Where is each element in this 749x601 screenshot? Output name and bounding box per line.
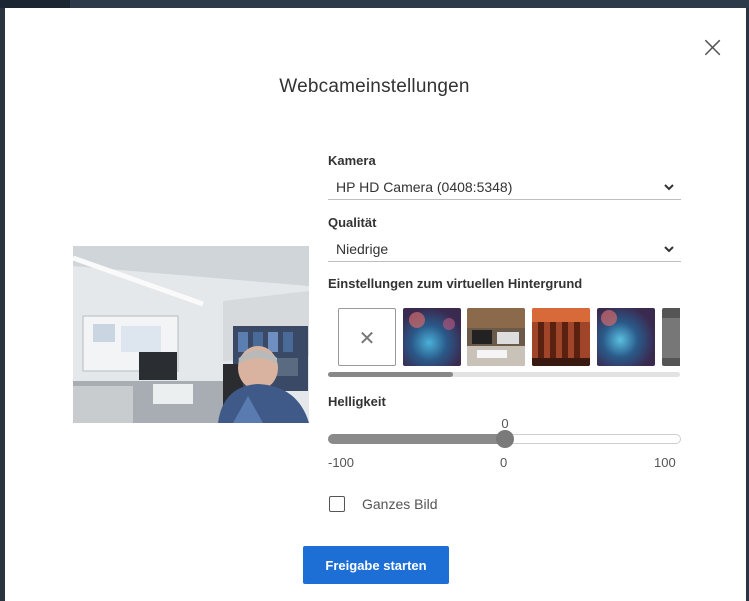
background-option-blue-bokeh[interactable] — [403, 308, 461, 366]
window-frame-top-dark — [0, 0, 70, 8]
virtual-background-label: Einstellungen zum virtuellen Hintergrund — [328, 276, 583, 291]
background-option-blue-bokeh-2[interactable] — [597, 308, 655, 366]
brightness-label: Helligkeit — [328, 394, 386, 409]
brightness-slider-handle[interactable] — [495, 430, 514, 448]
brightness-mid: 0 — [500, 455, 508, 470]
background-none-option[interactable]: ✕ — [338, 308, 396, 366]
background-option-office-desk[interactable] — [467, 308, 525, 366]
brightness-value: 0 — [501, 416, 509, 431]
background-option-gray-partial[interactable] — [662, 308, 680, 366]
dialog-title: Webcameinstellungen — [279, 76, 470, 97]
close-icon: ✕ — [358, 326, 376, 350]
window-frame-top — [70, 0, 749, 8]
camera-select-value: HP HD Camera (0408:5348) — [336, 179, 513, 195]
full-image-label: Ganzes Bild — [362, 496, 438, 512]
chevron-down-icon — [664, 184, 674, 191]
start-sharing-button[interactable]: Freigabe starten — [303, 546, 449, 584]
quality-label: Qualität — [328, 215, 377, 230]
full-image-checkbox[interactable] — [329, 496, 345, 512]
webcam-preview — [73, 246, 309, 423]
camera-select[interactable]: HP HD Camera (0408:5348) — [328, 177, 681, 200]
brightness-min: -100 — [328, 455, 355, 470]
brightness-max: 100 — [654, 455, 676, 470]
background-option-orange-corridor[interactable] — [532, 308, 590, 366]
background-scrollbar[interactable] — [328, 372, 680, 377]
virtual-background-list: ✕ — [338, 307, 680, 368]
quality-select[interactable]: Niedrige — [328, 239, 681, 262]
background-scrollbar-thumb[interactable] — [328, 372, 453, 377]
close-icon[interactable]: × — [700, 33, 725, 63]
brightness-slider-fill — [328, 434, 505, 444]
chevron-down-icon — [664, 246, 674, 253]
quality-select-value: Niedrige — [336, 241, 389, 257]
camera-label: Kamera — [328, 153, 376, 168]
